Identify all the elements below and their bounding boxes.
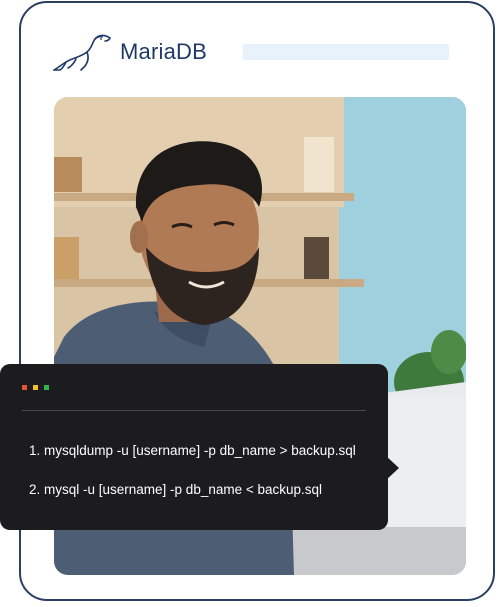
command-line-2: 2. mysql -u [username] -p db_name < back… [29, 482, 323, 497]
code-terminal: 1. mysqldump -u [username] -p db_name > … [0, 364, 388, 530]
brand-logo[interactable]: MariaDB [52, 30, 207, 74]
red-dot [22, 385, 27, 390]
seal-logo-icon [53, 34, 111, 71]
window-controls [22, 385, 49, 390]
search-bar[interactable] [243, 44, 449, 60]
terminal-pointer [385, 455, 399, 481]
terminal-divider [22, 410, 366, 411]
brand-name: MariaDB [120, 39, 207, 64]
command-line-1: 1. mysqldump -u [username] -p db_name > … [29, 443, 356, 458]
green-dot [44, 385, 49, 390]
yellow-dot [33, 385, 38, 390]
